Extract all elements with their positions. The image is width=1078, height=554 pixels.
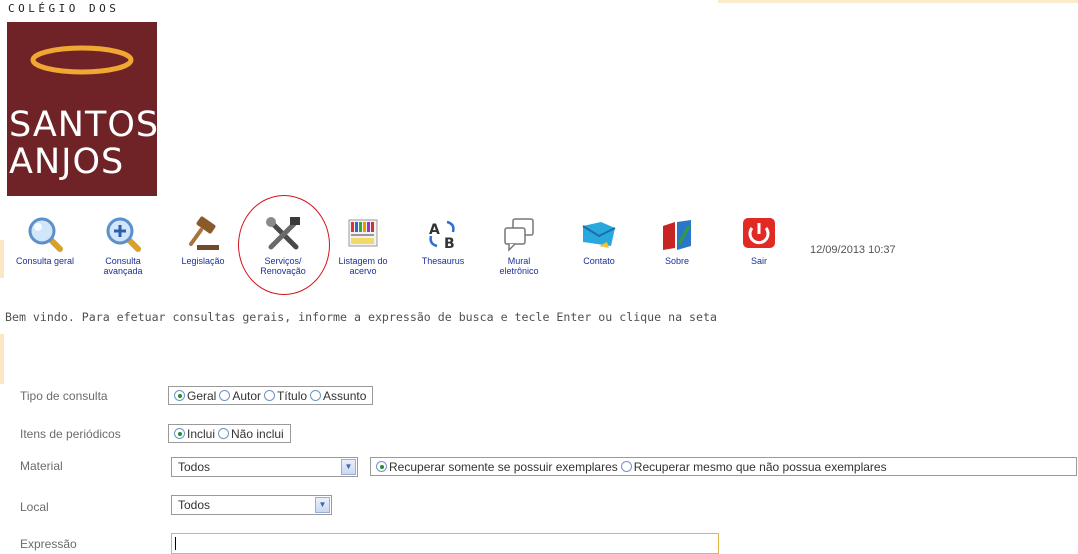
radio-nao-inclui[interactable]: Não inclui	[218, 427, 284, 441]
toolbar-label: Listagem do acervo	[338, 256, 388, 276]
thesaurus-icon: A B	[429, 220, 455, 252]
toolbar-label: Sobre	[664, 256, 690, 266]
toolbar-consulta-avancada[interactable]: Consulta avançada	[92, 214, 154, 276]
radio-recuperar-somente[interactable]: Recuperar somente se possuir exemplares	[376, 460, 618, 474]
toolbar-label: Legislação	[181, 256, 225, 266]
itens-periodicos-label: Itens de periódicos	[20, 427, 121, 441]
radio-titulo[interactable]: Título	[264, 389, 307, 403]
svg-text:A: A	[429, 222, 440, 238]
radio-label: Autor	[232, 388, 262, 403]
toolbar-label: Contato	[583, 256, 615, 266]
toolbar-label: Consulta avançada	[103, 256, 143, 276]
toolbar-label: Sair	[750, 256, 767, 266]
toolbar-label: Serviços/ Renovação	[260, 256, 306, 276]
power-icon	[743, 218, 775, 248]
tipo-consulta-radiogroup: Geral Autor Título Assunto	[168, 386, 374, 405]
expressao-input[interactable]	[171, 533, 719, 554]
radio-unselected-icon	[219, 390, 231, 401]
expressao-label: Expressão	[20, 537, 77, 551]
radio-label: Assunto	[323, 388, 367, 403]
text-caret	[175, 537, 176, 550]
tipo-consulta-label: Tipo de consulta	[20, 389, 108, 403]
logo-top-text: COLÉGIO DOS	[8, 2, 120, 15]
toolbar-mural-eletronico[interactable]: Mural eletrônico	[488, 214, 550, 276]
left-accent-bar	[0, 334, 4, 384]
radio-inclui[interactable]: Inclui	[174, 427, 215, 441]
logo-line-1: SANTOS	[9, 105, 160, 145]
radio-label: Inclui	[187, 426, 216, 441]
radio-selected-icon	[376, 461, 387, 472]
datetime: 12/09/2013 10:37	[810, 244, 896, 256]
radio-recuperar-mesmo[interactable]: Recuperar mesmo que não possua exemplare…	[620, 459, 887, 474]
gavel-icon	[189, 216, 219, 250]
chat-bubbles-icon	[504, 218, 534, 252]
svg-text:B: B	[444, 236, 455, 252]
chevron-down-icon: ▼	[341, 459, 356, 475]
radio-label: Recuperar mesmo que não possua exemplare…	[633, 459, 887, 474]
material-select[interactable]: Todos ▼	[171, 457, 358, 477]
material-select-value: Todos	[178, 460, 211, 474]
chevron-down-icon: ▼	[315, 497, 330, 513]
school-logo: SANTOS ANJOS	[7, 22, 160, 196]
envelope-icon	[582, 222, 616, 248]
toolbar-label: Mural eletrônico	[499, 256, 539, 276]
radio-autor[interactable]: Autor	[219, 389, 261, 403]
left-accent-bar	[0, 240, 4, 278]
toolbar-listagem-acervo[interactable]: Listagem do acervo	[332, 214, 394, 276]
top-accent-bar	[718, 0, 1078, 3]
local-label: Local	[20, 500, 49, 514]
toolbar-sair[interactable]: Sair	[728, 214, 790, 266]
toolbar-thesaurus[interactable]: A B Thesaurus	[412, 214, 474, 266]
halo-icon	[30, 45, 134, 75]
toolbar-label: Consulta geral	[15, 256, 75, 266]
logo-line-2: ANJOS	[9, 142, 125, 182]
radio-assunto[interactable]: Assunto	[310, 389, 366, 403]
local-select-value: Todos	[178, 498, 211, 512]
tools-icon	[266, 217, 300, 250]
toolbar-legislacao[interactable]: Legislação	[172, 214, 234, 266]
radio-label: Não inclui	[231, 426, 284, 441]
radio-unselected-icon	[620, 461, 632, 472]
radio-unselected-icon	[218, 428, 230, 439]
radio-label: Recuperar somente se possuir exemplares	[389, 459, 618, 474]
radio-unselected-icon	[264, 390, 276, 401]
toolbar-servicos-renovacao[interactable]: Serviços/ Renovação	[252, 214, 314, 276]
welcome-message: Bem vindo. Para efetuar consultas gerais…	[5, 310, 717, 324]
radio-unselected-icon	[310, 390, 322, 401]
material-label: Material	[20, 459, 63, 473]
radio-geral[interactable]: Geral	[174, 389, 216, 403]
toolbar-sobre[interactable]: Sobre	[646, 214, 708, 266]
open-book-icon	[663, 220, 691, 250]
bookshelf-icon	[348, 219, 378, 247]
material-exemplares-radiogroup: Recuperar somente se possuir exemplares …	[370, 457, 1077, 476]
radio-label: Título	[277, 388, 308, 403]
local-select[interactable]: Todos ▼	[171, 495, 332, 515]
magnifier-icon	[28, 217, 63, 252]
itens-periodicos-radiogroup: Inclui Não inclui	[168, 424, 291, 443]
magnifier-plus-icon	[106, 217, 141, 252]
radio-selected-icon	[174, 390, 185, 401]
radio-label: Geral	[187, 388, 217, 403]
toolbar-contato[interactable]: Contato	[568, 214, 630, 266]
toolbar-label: Thesaurus	[421, 256, 465, 266]
radio-selected-icon	[174, 428, 185, 439]
toolbar-consulta-geral[interactable]: Consulta geral	[14, 214, 76, 266]
